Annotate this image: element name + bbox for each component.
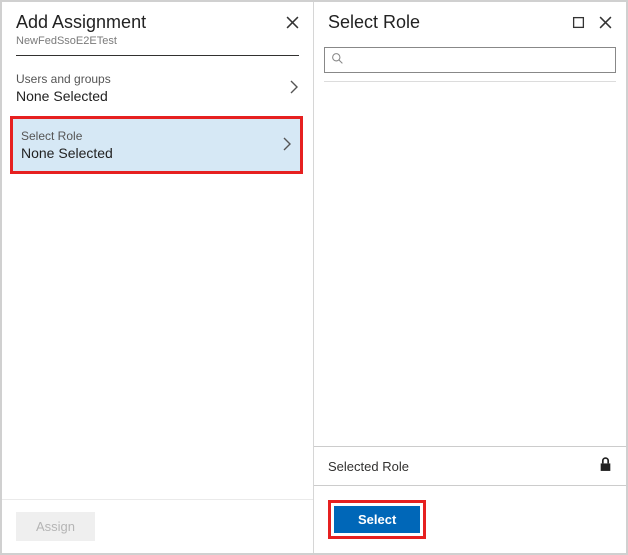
users-and-groups-label: Users and groups xyxy=(16,72,111,86)
select-role-value: None Selected xyxy=(21,145,113,161)
lock-icon xyxy=(599,457,612,475)
select-role-title: Select Role xyxy=(328,12,420,33)
add-assignment-header: Add Assignment NewFedSsoE2ETest xyxy=(2,2,313,55)
chevron-right-icon xyxy=(282,137,292,154)
chevron-right-icon xyxy=(289,80,299,97)
selected-role-label: Selected Role xyxy=(328,459,409,474)
add-assignment-title: Add Assignment xyxy=(16,12,146,33)
search-icon xyxy=(331,52,344,68)
select-role-panel: Select Role Selec xyxy=(314,2,626,553)
select-role-footer: Select xyxy=(314,486,626,553)
add-assignment-footer: Assign xyxy=(2,499,313,553)
users-and-groups-row[interactable]: Users and groups None Selected xyxy=(2,62,313,114)
role-list-empty xyxy=(314,88,626,446)
select-role-body: Selected Role xyxy=(314,88,626,486)
header-divider xyxy=(16,55,299,56)
search-wrap xyxy=(314,41,626,88)
add-assignment-panel: Add Assignment NewFedSsoE2ETest Users an… xyxy=(2,2,314,553)
select-button[interactable]: Select xyxy=(334,506,420,533)
search-box[interactable] xyxy=(324,47,616,73)
selected-role-block: Selected Role xyxy=(314,446,626,486)
dialog-container: Add Assignment NewFedSsoE2ETest Users an… xyxy=(0,0,628,555)
assign-button[interactable]: Assign xyxy=(16,512,95,541)
close-icon[interactable] xyxy=(286,16,299,31)
users-and-groups-value: None Selected xyxy=(16,88,111,104)
select-role-header: Select Role xyxy=(314,2,626,41)
select-role-label: Select Role xyxy=(21,129,113,143)
close-icon[interactable] xyxy=(599,16,612,31)
add-assignment-body: Users and groups None Selected Select Ro… xyxy=(2,62,313,499)
search-divider xyxy=(324,81,616,82)
search-input[interactable] xyxy=(350,53,609,68)
pin-icon[interactable] xyxy=(572,16,585,31)
select-role-row[interactable]: Select Role None Selected xyxy=(10,116,303,174)
add-assignment-subtitle: NewFedSsoE2ETest xyxy=(16,35,146,47)
select-button-highlight: Select xyxy=(328,500,426,539)
